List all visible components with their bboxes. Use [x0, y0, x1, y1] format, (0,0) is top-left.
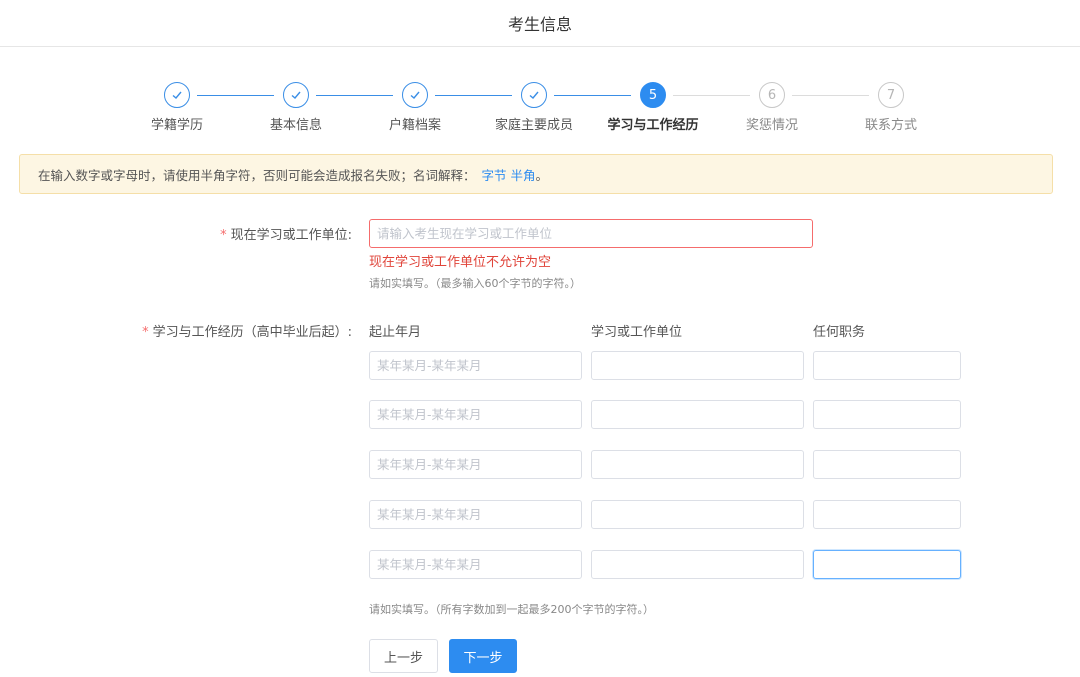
position-input[interactable]: [813, 400, 961, 429]
unit-input[interactable]: [591, 400, 804, 429]
position-input[interactable]: [813, 351, 961, 380]
step-label: 基本信息: [269, 118, 322, 133]
column-position: 任何职务: [813, 325, 866, 340]
step-label: 学习与工作经历: [607, 118, 699, 133]
check-icon: [402, 82, 428, 108]
step-number: 6: [759, 82, 785, 108]
notice-banner: 在输入数字或字母时，请使用半角字符，否则可能会造成报名失败；名词解释： 字节 半…: [19, 154, 1053, 194]
notice-end: 。: [535, 167, 549, 183]
term-link-halfwidth[interactable]: 半角: [511, 165, 536, 184]
column-period: 起止年月: [369, 325, 422, 340]
step-4[interactable]: 家庭主要成员: [479, 82, 589, 133]
check-icon: [164, 82, 190, 108]
prev-step-button[interactable]: 上一步: [369, 639, 438, 673]
current-unit-error: 现在学习或工作单位不允许为空: [369, 255, 552, 270]
current-unit-label: * 现在学习或工作单位:: [220, 228, 352, 243]
position-input[interactable]: [813, 500, 961, 529]
position-input[interactable]: [813, 450, 961, 479]
unit-input[interactable]: [591, 351, 804, 380]
period-input[interactable]: [369, 400, 582, 429]
step-7[interactable]: 7 联系方式: [836, 82, 946, 133]
step-label: 奖惩情况: [745, 118, 798, 133]
unit-input[interactable]: [591, 450, 804, 479]
step-2[interactable]: 基本信息: [241, 82, 351, 133]
step-label: 联系方式: [864, 118, 917, 133]
step-number: 7: [878, 82, 904, 108]
step-label: 户籍档案: [388, 118, 441, 133]
step-6[interactable]: 6 奖惩情况: [717, 82, 827, 133]
progress-steps: 学籍学历 基本信息 户籍档案 家庭主要成员 5 学习与工作经历 6 奖惩情况 7…: [0, 82, 1080, 142]
required-mark: *: [220, 228, 227, 243]
check-icon: [521, 82, 547, 108]
history-hint: 请如实填写。（所有字数加到一起最多200个字节的字符。）: [369, 603, 654, 616]
column-unit: 学习或工作单位: [591, 325, 683, 340]
period-input[interactable]: [369, 450, 582, 479]
step-label: 学籍学历: [150, 118, 203, 133]
page-title: 考生信息: [507, 15, 572, 34]
period-input[interactable]: [369, 500, 582, 529]
check-icon: [283, 82, 309, 108]
period-input[interactable]: [369, 351, 582, 380]
step-1[interactable]: 学籍学历: [122, 82, 232, 133]
position-input[interactable]: [813, 550, 961, 579]
step-3[interactable]: 户籍档案: [360, 82, 470, 133]
current-unit-hint: 请如实填写。（最多输入60个字节的字符。）: [369, 277, 581, 290]
step-number: 5: [640, 82, 666, 108]
step-5[interactable]: 5 学习与工作经历: [598, 82, 708, 133]
history-label: * 学习与工作经历（高中毕业后起）:: [142, 325, 352, 340]
period-input[interactable]: [369, 550, 582, 579]
next-step-button[interactable]: 下一步: [449, 639, 517, 673]
notice-text: 在输入数字或字母时，请使用半角字符，否则可能会造成报名失败；名词解释：: [38, 167, 476, 183]
page-header: 考生信息: [0, 0, 1080, 47]
term-link-byte[interactable]: 字节: [482, 165, 507, 184]
current-unit-input[interactable]: [369, 219, 813, 248]
unit-input[interactable]: [591, 500, 804, 529]
unit-input[interactable]: [591, 550, 804, 579]
step-label: 家庭主要成员: [494, 118, 573, 133]
required-mark: *: [142, 325, 149, 340]
